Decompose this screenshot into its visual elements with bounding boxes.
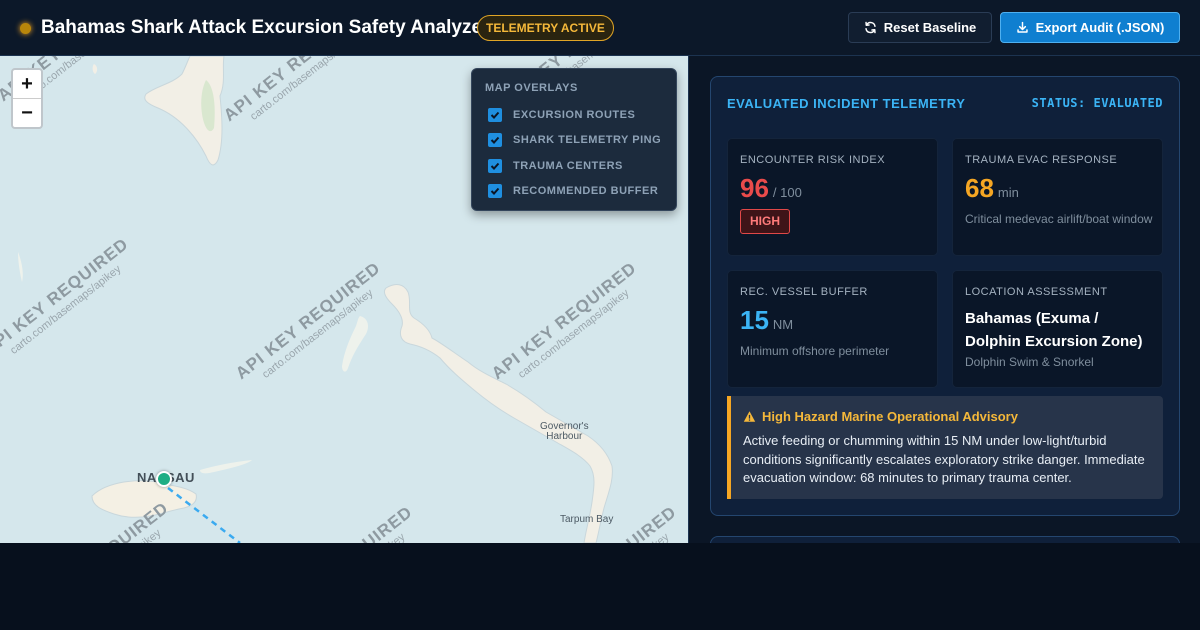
vessel-buffer-unit: NM bbox=[772, 317, 794, 332]
checkmark-icon bbox=[490, 136, 500, 144]
panel-status: STATUS: EVALUATED bbox=[1031, 96, 1163, 110]
overlay-toggle-recommended-buffer[interactable]: RECOMMENDED BUFFER bbox=[488, 183, 658, 199]
risk-index-label: ENCOUNTER RISK INDEX bbox=[740, 154, 886, 166]
reset-baseline-button[interactable]: Reset Baseline bbox=[848, 12, 992, 43]
telemetry-status-badge: TELEMETRY ACTIVE bbox=[477, 15, 614, 41]
overlay-label: RECOMMENDED BUFFER bbox=[513, 185, 659, 197]
page-background bbox=[0, 543, 1200, 630]
location-assessment-card: LOCATION ASSESSMENT Bahamas (Exuma / Dol… bbox=[952, 270, 1163, 388]
vessel-buffer-label: REC. VESSEL BUFFER bbox=[740, 286, 868, 298]
risk-index-unit: / 100 bbox=[772, 185, 802, 200]
page-title: Bahamas Shark Attack Excursion Safety An… bbox=[41, 17, 490, 38]
checkbox[interactable] bbox=[488, 133, 502, 147]
export-audit-button[interactable]: Export Audit (.JSON) bbox=[1000, 12, 1180, 43]
status-dot-icon bbox=[20, 23, 31, 34]
place-label-tarpum-bay: Tarpum Bay bbox=[560, 514, 614, 525]
island-eleuthera-tail bbox=[342, 316, 368, 372]
location-assessment-value: Bahamas (Exuma / Dolphin Excursion Zone) bbox=[965, 310, 1143, 350]
download-icon bbox=[1016, 21, 1028, 33]
evac-response-card: TRAUMA EVAC RESPONSE 68 min Critical mede… bbox=[952, 138, 1163, 256]
evac-response-unit: min bbox=[997, 185, 1019, 200]
zoom-out-button[interactable]: − bbox=[13, 99, 41, 128]
trauma-center-marker[interactable] bbox=[156, 471, 172, 487]
telemetry-panel: EVALUATED INCIDENT TELEMETRY STATUS: EVA… bbox=[710, 76, 1180, 516]
panel-title: EVALUATED INCIDENT TELEMETRY bbox=[727, 96, 966, 111]
refresh-icon bbox=[865, 21, 876, 34]
checkbox[interactable] bbox=[488, 108, 502, 122]
app-shell: Bahamas Shark Attack Excursion Safety An… bbox=[0, 0, 1200, 556]
reef-west bbox=[18, 252, 23, 282]
vessel-buffer-card: REC. VESSEL BUFFER 15 NM Minimum offshore… bbox=[727, 270, 938, 388]
checkmark-icon bbox=[490, 187, 500, 195]
map-overlays-panel: MAP OVERLAYS EXCURSION ROUTES SHARK TELE… bbox=[471, 68, 677, 211]
location-assessment-note: Dolphin Swim & Snorkel bbox=[965, 355, 1094, 369]
export-audit-label: Export Audit (.JSON) bbox=[1035, 20, 1165, 35]
hazard-advisory: High Hazard Marine Operational Advisory … bbox=[727, 396, 1163, 499]
island-dot bbox=[92, 64, 98, 74]
overlay-label: SHARK TELEMETRY PING bbox=[513, 134, 662, 146]
evac-response-value: 68 min bbox=[965, 173, 1019, 203]
overlay-label: EXCURSION ROUTES bbox=[513, 109, 636, 121]
advisory-body: Active feeding or chumming within 15 NM … bbox=[743, 433, 1145, 485]
advisory-title: High Hazard Marine Operational Advisory bbox=[743, 409, 1018, 424]
location-assessment-label: LOCATION ASSESSMENT bbox=[965, 286, 1108, 298]
zoom-in-button[interactable]: + bbox=[13, 70, 41, 99]
overlay-toggle-trauma-centers[interactable]: TRAUMA CENTERS bbox=[488, 158, 623, 174]
risk-level-badge: HIGH bbox=[740, 209, 790, 234]
overlay-label: TRAUMA CENTERS bbox=[513, 160, 623, 172]
top-bar: Bahamas Shark Attack Excursion Safety An… bbox=[0, 0, 1200, 56]
map-view[interactable]: API KEY REQUIREDcarto.com/basemaps/apike… bbox=[0, 56, 689, 543]
checkbox[interactable] bbox=[488, 184, 502, 198]
vessel-buffer-value: 15 NM bbox=[740, 305, 794, 335]
checkmark-icon bbox=[490, 162, 500, 170]
warning-icon bbox=[743, 411, 756, 422]
map-overlays-title: MAP OVERLAYS bbox=[485, 82, 578, 94]
place-label-governors-harbour: Governor's Harbour bbox=[540, 421, 589, 442]
zoom-control: + − bbox=[11, 68, 43, 129]
checkbox[interactable] bbox=[488, 159, 502, 173]
overlay-toggle-shark-telemetry[interactable]: SHARK TELEMETRY PING bbox=[488, 132, 661, 148]
reset-baseline-label: Reset Baseline bbox=[883, 20, 977, 35]
risk-index-value: 96/ 100 bbox=[740, 173, 802, 203]
checkmark-icon bbox=[490, 111, 500, 119]
risk-index-card: ENCOUNTER RISK INDEX 96/ 100 HIGH bbox=[727, 138, 938, 256]
island-paradise bbox=[200, 460, 252, 474]
excursion-route-line bbox=[167, 487, 241, 543]
evac-response-label: TRAUMA EVAC RESPONSE bbox=[965, 154, 1118, 166]
vessel-buffer-note: Minimum offshore perimeter bbox=[740, 344, 890, 358]
overlay-toggle-excursion-routes[interactable]: EXCURSION ROUTES bbox=[488, 107, 635, 123]
evac-response-note: Critical medevac airlift/boat window bbox=[965, 212, 1153, 226]
